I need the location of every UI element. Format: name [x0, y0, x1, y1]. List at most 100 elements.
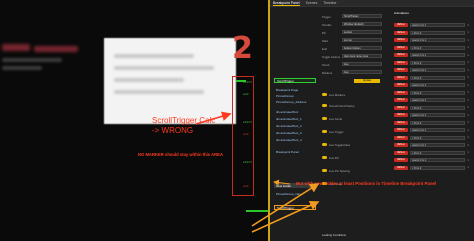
animation-tag[interactable]: #Effect — [394, 83, 408, 87]
animation-tag[interactable]: #Effect — [394, 23, 408, 27]
animation-value-input[interactable]: y 30 to 0 — [410, 105, 465, 110]
tree-item-scrolltrigger[interactable]: ScrollTrigger — [274, 78, 316, 83]
animation-tag[interactable]: #Effect — [394, 98, 408, 102]
animation-value-input[interactable]: y 30 to 0 — [410, 165, 465, 170]
pin-input[interactable]: section — [342, 30, 382, 34]
animation-tag[interactable]: #Effect — [394, 150, 408, 155]
animation-value-input[interactable]: y 30 to 0 — [410, 135, 465, 140]
tab-breakpoint-panel[interactable]: Breakpoint Panel — [273, 1, 300, 6]
smooth-scroll-toggle[interactable] — [322, 104, 327, 107]
delete-icon[interactable]: × — [467, 113, 470, 117]
animation-row[interactable]: #Effect opacity 0 to 1 × — [394, 113, 470, 117]
scroller-input[interactable]: Window (default) — [342, 22, 382, 26]
animation-row[interactable]: #Effect opacity 0 to 1 × — [394, 38, 470, 42]
live-pin-spacing-toggle[interactable] — [322, 169, 327, 172]
tree-item[interactable]: PinnedGroup_Nav — [274, 191, 301, 196]
animation-row[interactable]: #Effect y 30 to 0 × — [394, 75, 470, 80]
animation-tag[interactable]: #Effect — [394, 120, 408, 125]
tree-item[interactable]: div.animatedText_1 — [274, 116, 302, 121]
tree-item[interactable]: PinnedGroup — [274, 93, 294, 98]
animation-row[interactable]: #Effect y 30 to 0 × — [394, 135, 470, 140]
delete-icon[interactable]: × — [467, 121, 470, 124]
delete-icon[interactable]: × — [467, 166, 470, 169]
delete-icon[interactable]: × — [467, 106, 470, 109]
tab-timeline[interactable]: Timeline — [323, 1, 336, 5]
animation-value-input[interactable]: opacity 0 to 1 — [410, 68, 465, 72]
animation-tag[interactable]: #Effect — [394, 38, 408, 42]
animation-value-input[interactable]: opacity 0 to 1 — [410, 38, 465, 42]
animation-row[interactable]: #Effect opacity 0 to 1 × — [394, 83, 470, 87]
animation-row[interactable]: #Effect opacity 0 to 1 × — [394, 53, 470, 57]
animation-tag[interactable]: #Effect — [394, 113, 408, 117]
animation-value-input[interactable]: opacity 0 to 1 — [410, 23, 465, 27]
live-markers-toggle[interactable] — [322, 93, 327, 96]
animation-tag[interactable]: #Effect — [394, 143, 408, 147]
animation-tag[interactable]: #Effect — [394, 30, 408, 35]
tree-item[interactable]: Breakpoint Panel — [274, 149, 299, 154]
animation-row[interactable]: #Effect opacity 0 to 1 × — [394, 128, 470, 132]
animation-row[interactable]: #Effect y 30 to 0 × — [394, 150, 470, 155]
animation-row[interactable]: #Effect opacity 0 to 1 × — [394, 143, 470, 147]
animation-tag[interactable]: #Effect — [394, 90, 408, 95]
delete-icon[interactable]: × — [467, 38, 470, 42]
animation-tag[interactable]: #Effect — [394, 135, 408, 140]
animation-value-input[interactable]: y 30 to 0 — [410, 120, 465, 125]
delete-icon[interactable]: × — [467, 76, 470, 79]
animation-value-input[interactable]: opacity 0 to 1 — [410, 158, 465, 162]
animation-row[interactable]: #Effect opacity 0 to 1 × — [394, 23, 470, 27]
animation-value-input[interactable]: y 30 to 0 — [410, 30, 465, 35]
tree-item[interactable]: div.animatedText_3 — [274, 130, 302, 135]
delete-icon[interactable]: × — [467, 61, 470, 64]
animation-value-input[interactable]: y 30 to 0 — [410, 60, 465, 65]
animation-tag[interactable]: #Effect — [394, 53, 408, 57]
delete-icon[interactable]: × — [467, 143, 470, 147]
animation-value-input[interactable]: y 30 to 0 — [410, 75, 465, 80]
animation-row[interactable]: #Effect y 30 to 0 × — [394, 60, 470, 65]
animation-value-input[interactable]: y 30 to 0 — [410, 90, 465, 95]
animation-row[interactable]: #Effect opacity 0 to 1 × — [394, 98, 470, 102]
tree-item[interactable]: div.animatedText_2 — [274, 123, 302, 128]
delete-icon[interactable]: × — [467, 53, 470, 57]
animation-tag[interactable]: #Effect — [394, 128, 408, 132]
animation-tag[interactable]: #Effect — [394, 105, 408, 110]
delete-icon[interactable]: × — [467, 68, 470, 72]
animation-value-input[interactable]: opacity 0 to 1 — [410, 143, 465, 147]
delete-icon[interactable]: × — [467, 151, 470, 154]
tree-item-scrolltrigger-highlighted[interactable]: ScrollTrigger — [274, 205, 316, 210]
start-input[interactable]: top top — [342, 38, 382, 42]
animation-value-input[interactable]: opacity 0 to 1 — [410, 53, 465, 57]
tab-scenes[interactable]: Scenes — [306, 1, 318, 5]
animation-value-input[interactable]: y 30 to 0 — [410, 150, 465, 155]
live-pin-toggle[interactable] — [322, 156, 327, 159]
animation-row[interactable]: #Effect y 30 to 0 × — [394, 90, 470, 95]
animation-row[interactable]: #Effect y 30 to 0 × — [394, 30, 470, 35]
tree-item[interactable]: div.animatedText — [274, 109, 298, 114]
trigger-input[interactable]: ScrollTrigger — [342, 14, 382, 18]
animation-value-input[interactable]: opacity 0 to 1 — [410, 113, 465, 117]
delete-icon[interactable]: × — [467, 98, 470, 102]
delete-icon[interactable]: × — [467, 136, 470, 139]
animation-row[interactable]: #Effect y 30 to 0 × — [394, 120, 470, 125]
animation-value-input[interactable]: opacity 0 to 1 — [410, 83, 465, 87]
delete-icon[interactable]: × — [467, 91, 470, 94]
delete-icon[interactable]: × — [467, 158, 470, 162]
tree-item[interactable]: Breakpoint Page — [274, 87, 298, 92]
animation-row[interactable]: #Effect opacity 0 to 1 × — [394, 68, 470, 72]
animation-value-input[interactable]: y 30 to 0 — [410, 45, 465, 50]
animation-tag[interactable]: #Effect — [394, 165, 408, 170]
delete-icon[interactable]: × — [467, 46, 470, 49]
update-button[interactable]: Update — [354, 79, 380, 83]
toggle-actions-input[interactable]: play none none none — [342, 54, 382, 58]
markers-input[interactable]: true — [342, 70, 382, 74]
delete-icon[interactable]: × — [467, 83, 470, 87]
live-toggleclass-toggle[interactable] — [322, 143, 327, 146]
delete-icon[interactable]: × — [467, 31, 470, 34]
animation-row[interactable]: #Effect y 30 to 0 × — [394, 45, 470, 50]
animation-row[interactable]: #Effect opacity 0 to 1 × — [394, 158, 470, 162]
animation-tag[interactable]: #Effect — [394, 75, 408, 80]
delete-icon[interactable]: × — [467, 128, 470, 132]
animation-value-input[interactable]: opacity 0 to 1 — [410, 128, 465, 132]
animation-tag[interactable]: #Effect — [394, 158, 408, 162]
delete-icon[interactable]: × — [467, 23, 470, 27]
tree-item[interactable]: PinnedGroup_Address — [274, 99, 306, 104]
